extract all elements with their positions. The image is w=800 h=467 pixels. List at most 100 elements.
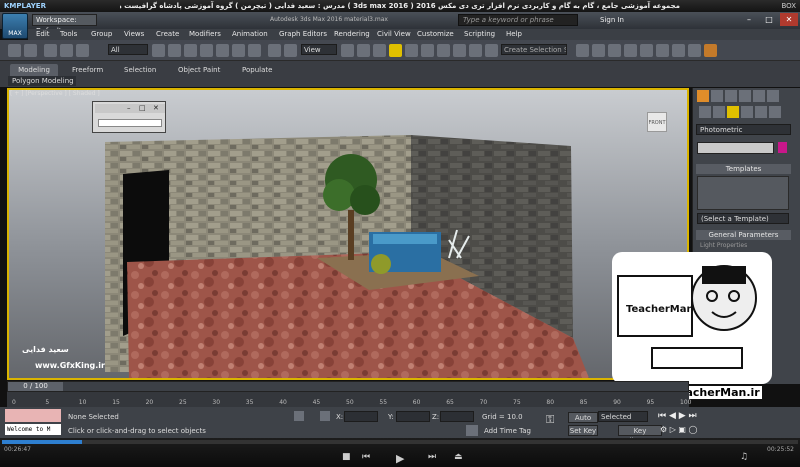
cameras-icon[interactable] [741, 106, 753, 118]
link-icon[interactable] [44, 44, 57, 57]
unlink-icon[interactable] [60, 44, 73, 57]
modify-tab-icon[interactable] [711, 90, 723, 102]
shapes-icon[interactable] [713, 106, 725, 118]
render-setup-icon[interactable] [672, 44, 685, 57]
menu-civil-view[interactable]: Civil View [377, 29, 411, 40]
viewport-label[interactable]: [ + ] [Perspective ] [ Shaded ] [10, 90, 100, 97]
menu-views[interactable]: Views [124, 29, 144, 40]
viewcube-icon[interactable]: FRONT [647, 112, 667, 132]
key-filters-button[interactable]: Key Filters... [618, 425, 662, 445]
set-key-button[interactable]: Set Key [568, 425, 598, 436]
polygon-modeling-panel[interactable]: Polygon Modeling [8, 76, 76, 86]
menu-help[interactable]: Help [506, 29, 522, 40]
light-type-dropdown[interactable]: Photometric [696, 124, 791, 135]
player-next-icon[interactable]: ⏭ [428, 452, 436, 462]
toggle-scene-explorer-icon[interactable] [576, 44, 589, 57]
player-eject-icon[interactable]: ⏏ [454, 452, 463, 462]
select-by-name-icon[interactable] [168, 44, 181, 57]
selection-filter-dropdown[interactable]: All [108, 44, 148, 55]
menu-tools[interactable]: Tools [60, 29, 77, 40]
tab-modeling[interactable]: Modeling [10, 64, 58, 76]
lights-icon[interactable] [727, 106, 739, 118]
redo-icon[interactable] [24, 44, 37, 57]
add-time-tag-button[interactable]: Add Time Tag [484, 427, 531, 435]
dialog-minimize-icon[interactable]: – [127, 104, 131, 112]
menu-animation[interactable]: Animation [232, 29, 268, 40]
rectangular-selection-icon[interactable] [184, 44, 197, 57]
angle-snap-icon[interactable] [405, 44, 418, 57]
menu-graph-editors[interactable]: Graph Editors [279, 29, 327, 40]
player-play-icon[interactable]: ▶ [396, 452, 404, 465]
absolute-mode-icon[interactable] [320, 411, 330, 421]
material-editor-icon[interactable] [656, 44, 669, 57]
utilities-tab-icon[interactable] [767, 90, 779, 102]
create-tab-icon[interactable] [697, 90, 709, 102]
reference-coordinate-dropdown[interactable]: View [301, 44, 337, 55]
menu-customize[interactable]: Customize [417, 29, 454, 40]
placement-icon[interactable] [268, 44, 281, 57]
time-slider[interactable] [7, 381, 689, 392]
template-dropdown[interactable]: (Select a Template) [697, 213, 789, 224]
maxscript-listener[interactable] [5, 409, 61, 422]
pivot-point-icon[interactable] [341, 44, 354, 57]
search-input[interactable]: Type a keyword or phrase [458, 14, 578, 26]
select-object-icon[interactable] [152, 44, 165, 57]
player-seek-bar[interactable] [2, 440, 798, 444]
display-tab-icon[interactable] [753, 90, 765, 102]
menu-modifiers[interactable]: Modifiers [189, 29, 221, 40]
maximize-icon[interactable]: □ [760, 13, 778, 26]
player-box-button[interactable]: BOX [781, 0, 796, 12]
menu-create[interactable]: Create [156, 29, 179, 40]
player-volume-icon[interactable]: ♫ [740, 452, 748, 462]
ribbon-toggle-icon[interactable] [608, 44, 621, 57]
player-prev-icon[interactable]: ⏮ [362, 452, 370, 462]
menu-edit[interactable]: Edit [36, 29, 50, 40]
rendered-frame-window-icon[interactable] [688, 44, 701, 57]
auto-key-button[interactable]: Auto Key [568, 412, 598, 432]
snap-toggle-icon[interactable] [389, 44, 402, 57]
maxscript-mini-listener[interactable]: Welcome to M [5, 424, 61, 435]
motion-tab-icon[interactable] [739, 90, 751, 102]
general-parameters-rollout[interactable]: General Parameters [696, 230, 791, 240]
object-name-field[interactable] [697, 142, 774, 154]
minimize-icon[interactable]: – [740, 13, 758, 26]
key-mode-dropdown[interactable]: Selected [598, 411, 648, 422]
object-color-swatch[interactable] [778, 142, 787, 153]
templates-rollout[interactable]: Templates [696, 164, 791, 174]
geometry-icon[interactable] [699, 106, 711, 118]
menu-group[interactable]: Group [91, 29, 112, 40]
curve-editor-icon[interactable] [624, 44, 637, 57]
menu-rendering[interactable]: Rendering [334, 29, 370, 40]
percent-snap-icon[interactable] [421, 44, 434, 57]
manipulate-icon[interactable] [357, 44, 370, 57]
space-warps-icon[interactable] [769, 106, 781, 118]
window-crossing-icon[interactable] [200, 44, 213, 57]
edit-named-selection-icon[interactable] [453, 44, 466, 57]
menu-scripting[interactable]: Scripting [464, 29, 495, 40]
select-move-icon[interactable] [216, 44, 229, 57]
workspace-dropdown[interactable]: Workspace: Default [32, 14, 97, 35]
time-tag-icon[interactable] [466, 425, 478, 436]
time-slider-thumb[interactable]: 0 / 100 [8, 382, 63, 391]
toggle-layer-explorer-icon[interactable] [592, 44, 605, 57]
mirror-icon[interactable] [469, 44, 482, 57]
helpers-icon[interactable] [755, 106, 767, 118]
spinner-snap-icon[interactable] [437, 44, 450, 57]
dialog-close-icon[interactable]: ✕ [153, 104, 159, 112]
named-selection-set-field[interactable]: Create Selection Se [501, 44, 567, 55]
navigation-controls-icon[interactable]: ⚙ ▷ ▣ ◯ [660, 425, 697, 434]
playback-controls[interactable]: ⏮ ◀ ▶ ⏭ [658, 411, 697, 421]
keyboard-shortcut-icon[interactable] [373, 44, 386, 57]
bind-space-warp-icon[interactable] [76, 44, 89, 57]
sign-in-button[interactable]: Sign In [600, 16, 624, 24]
tab-freeform[interactable]: Freeform [72, 64, 103, 76]
select-scale-icon[interactable] [248, 44, 261, 57]
select-rotate-icon[interactable] [232, 44, 245, 57]
selection-lock-icon[interactable] [294, 411, 304, 421]
tab-selection[interactable]: Selection [124, 64, 156, 76]
tab-object-paint[interactable]: Object Paint [178, 64, 220, 76]
tab-populate[interactable]: Populate [242, 64, 272, 76]
z-coordinate-field[interactable] [440, 411, 474, 422]
render-production-icon[interactable] [704, 44, 717, 57]
y-coordinate-field[interactable] [396, 411, 430, 422]
